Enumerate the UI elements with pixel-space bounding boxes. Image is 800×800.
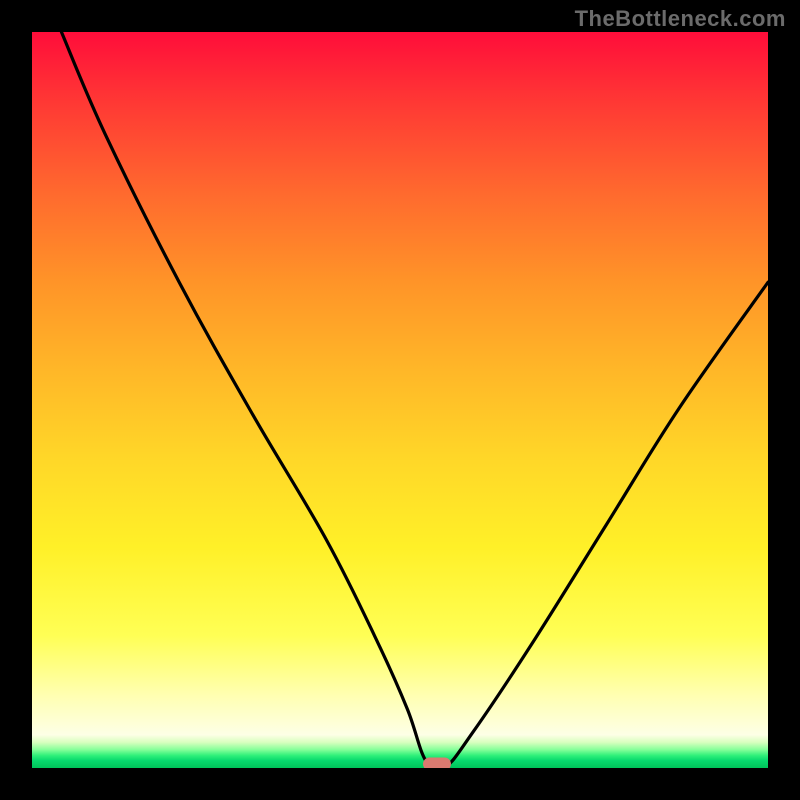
bottleneck-curve-line <box>61 32 768 768</box>
sweet-spot-marker <box>423 758 451 769</box>
watermark-text: TheBottleneck.com <box>575 6 786 32</box>
chart-frame: TheBottleneck.com <box>0 0 800 800</box>
curve-svg <box>32 32 768 768</box>
plot-area <box>32 32 768 768</box>
